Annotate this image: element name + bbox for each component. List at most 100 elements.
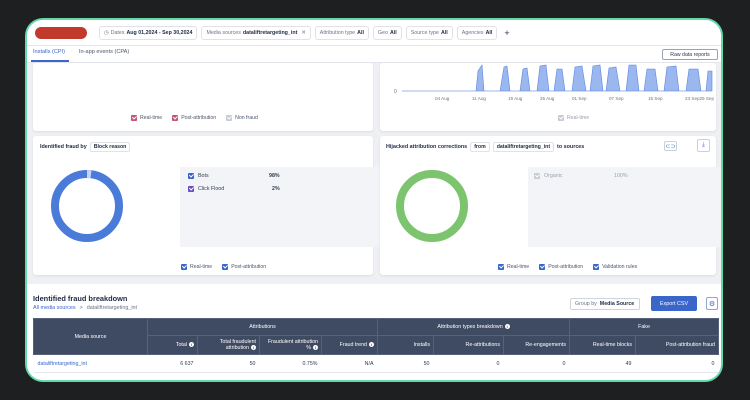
checkbox-icon [188,173,194,179]
x-tick: 25 Aug [540,96,555,101]
identified-fraud-card: Identified fraud by Block reason Bots 98… [33,136,385,275]
group-attributions: Attributions [147,318,378,336]
x-tick: 29 Sep [699,96,714,101]
info-icon[interactable]: i [251,345,256,351]
add-filter-icon[interactable]: + [504,28,509,38]
col-re-attributions[interactable]: Re-attributions [433,335,504,355]
card-title: Hijacked attribution corrections from da… [386,142,585,152]
geo-filter[interactable]: Geo All [372,25,402,40]
group-attribution-types: Attribution types breakdown i [377,318,570,336]
checkbox-icon [498,264,504,270]
from-label: from [470,142,490,152]
info-icon[interactable]: i [313,345,318,351]
checkbox-icon [181,264,187,270]
legend-real-time[interactable]: Real-time [498,264,529,270]
checkbox-icon [226,115,233,121]
hijacked-attribution-card: Hijacked attribution corrections from da… [380,136,721,275]
list-item[interactable]: Organic [534,173,563,179]
close-icon[interactable]: ✕ [301,30,305,36]
export-csv-button[interactable]: Export CSV [651,296,697,311]
legend-post-attribution[interactable]: Post-attribution [172,115,216,121]
hijack-donut-chart [396,170,468,242]
attribution-type-filter[interactable]: Attribution type All [314,25,369,40]
col-fraud-trend[interactable]: Fraud trend i [321,335,378,355]
tabs-bar: Installs (CPI) In-app events (CPA) Raw d… [27,46,721,63]
filter-bar: ◷ Dates Aug 01,2024 - Sep 30,2024 Media … [27,20,721,46]
block-reason-select[interactable]: Block reason [89,142,131,152]
hijack-sources-list: Organic 100% [528,167,721,247]
donut-slice-organic [396,170,468,242]
x-tick: 01 Sep [572,96,587,101]
group-fake: Fake [569,318,719,336]
media-sources-filter[interactable]: Media sources dataliftretargeting_int ✕ [201,25,311,40]
dates-filter[interactable]: ◷ Dates Aug 01,2024 - Sep 30,2024 [99,25,198,40]
col-installs[interactable]: Installs [377,335,434,355]
area-series [402,64,713,92]
breadcrumb-root[interactable]: All media sources [33,305,76,311]
media-source-link[interactable]: dataliftretargeting_int [33,354,148,373]
fraud-breakdown-section: Identified fraud breakdown All media sou… [27,284,721,380]
legend-real-time[interactable]: Real-time [558,115,589,121]
app-window: ◷ Dates Aug 01,2024 - Sep 30,2024 Media … [25,18,723,382]
top-right-legend: Real-time [558,115,589,121]
link-icon[interactable]: ⊂⊃ [664,141,677,151]
col-total[interactable]: Total i [147,335,198,355]
table-row: dataliftretargeting_int 6 637 50 0.75% N… [33,354,719,373]
source-type-filter[interactable]: Source type All [405,25,453,40]
legend-post-attribution[interactable]: Post-attribution [222,264,266,270]
col-re-engagements[interactable]: Re-engagements [503,335,570,355]
legend-validation-rules[interactable]: Validation rules [593,264,637,270]
info-icon[interactable]: i [189,342,194,348]
group-by-select[interactable]: Group by Media Source [570,298,640,310]
section-title: Identified fraud breakdown [33,294,128,303]
list-item-pct: 2% [272,186,280,192]
y-tick-zero: 0 [394,89,397,95]
cell-reeng: 0 [503,354,570,373]
checkbox-icon [539,264,546,270]
top-left-chart-card: Real-time Post-attribution Non fraud [33,63,373,131]
active-tab-indicator [31,60,69,62]
breadcrumb: All media sources > dataliftretargeting_… [33,305,137,311]
fraud-legend: Real-time Post-attribution [181,264,266,270]
info-icon[interactable]: i [504,324,510,330]
agencies-filter[interactable]: Agencies All [456,25,498,40]
x-tick: 11 Aug [472,96,486,101]
fraud-donut-chart [51,169,123,242]
brand-logo [35,26,87,39]
breadcrumb-separator: > [79,305,83,311]
top-left-legend: Real-time Post-attribution Non fraud [131,115,258,121]
breadcrumb-current: dataliftretargeting_int [86,305,138,311]
cell-fraud: 50 [197,354,260,373]
hijack-legend: Real-time Post-attribution Validation ru… [498,264,637,270]
checkbox-icon [172,115,179,121]
calendar-icon: ◷ [104,29,109,36]
info-icon[interactable]: i [369,342,374,348]
fraud-breakdown-table: Media source Attributions Attribution ty… [33,318,719,373]
legend-non-fraud[interactable]: Non fraud [226,115,258,121]
cell-rtb: 49 [569,354,636,373]
checkbox-icon [131,115,137,121]
col-real-time-blocks[interactable]: Real-time blocks [569,335,636,355]
col-total-fraudulent[interactable]: Total fraudulent attribution i [197,335,260,355]
list-item[interactable]: Click Flood [188,186,224,192]
checkbox-icon [558,115,564,121]
col-media-source[interactable]: Media source [33,318,148,355]
legend-real-time[interactable]: Real-time [181,264,212,270]
col-post-attribution-fraud[interactable]: Post-attribution fraud [635,335,719,355]
checkbox-icon [222,264,229,270]
fraud-reasons-list: Bots 98% Click Flood 2% [180,167,385,247]
x-tick: 19 Aug [508,96,523,101]
list-item[interactable]: Bots [188,173,209,179]
cell-trend: N/A [321,354,378,373]
legend-post-attribution[interactable]: Post-attribution [539,264,583,270]
media-source-select[interactable]: dataliftretargeting_int [492,142,555,152]
legend-real-time[interactable]: Real-time [131,115,162,121]
raw-data-reports-button[interactable]: Raw data reports [662,49,718,60]
download-icon[interactable]: ⤓ [697,139,710,152]
col-fraudulent-pct[interactable]: Fraudulent attribution % i [259,335,322,355]
gear-icon[interactable]: ⚙ [706,297,718,310]
tab-installs[interactable]: Installs (CPI) [33,49,65,55]
tab-in-app-events[interactable]: In-app events (CPA) [79,49,129,55]
cell-total: 6 637 [147,354,198,373]
cell-pct: 0.75% [259,354,322,373]
